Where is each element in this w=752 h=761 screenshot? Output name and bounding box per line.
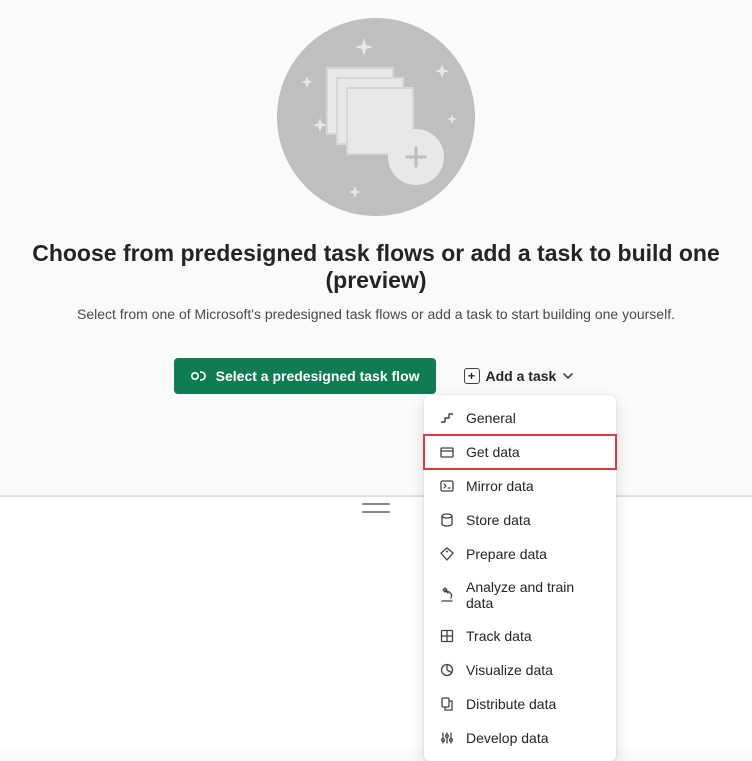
plus-square-icon: + bbox=[464, 368, 480, 384]
menu-item-label: Prepare data bbox=[466, 546, 547, 562]
menu-item-label: Distribute data bbox=[466, 696, 556, 712]
mirror-icon bbox=[438, 477, 456, 495]
add-task-label: Add a task bbox=[486, 368, 557, 384]
menu-item-label: Develop data bbox=[466, 730, 549, 746]
menu-item-label: Store data bbox=[466, 512, 531, 528]
plus-badge-icon bbox=[388, 129, 444, 185]
select-predesigned-button[interactable]: Select a predesigned task flow bbox=[174, 358, 436, 394]
menu-item-track-data[interactable]: Track data bbox=[424, 619, 616, 653]
menu-item-distribute-data[interactable]: Distribute data bbox=[424, 687, 616, 721]
menu-item-analyze-and-train-data[interactable]: Analyze and train data bbox=[424, 571, 616, 619]
menu-item-label: Visualize data bbox=[466, 662, 553, 678]
grid-icon bbox=[438, 627, 456, 645]
folder-icon bbox=[438, 443, 456, 461]
sparkle-icon bbox=[313, 118, 327, 132]
flow-icon bbox=[190, 367, 208, 385]
menu-item-visualize-data[interactable]: Visualize data bbox=[424, 653, 616, 687]
action-row: Select a predesigned task flow + Add a t… bbox=[0, 358, 752, 394]
menu-item-label: Track data bbox=[466, 628, 532, 644]
menu-item-label: Get data bbox=[466, 444, 520, 460]
menu-item-label: General bbox=[466, 410, 516, 426]
menu-item-get-data[interactable]: Get data bbox=[424, 435, 616, 469]
chevron-down-icon bbox=[562, 370, 574, 382]
page-title: Choose from predesigned task flows or ad… bbox=[0, 240, 752, 294]
tag-icon bbox=[438, 545, 456, 563]
menu-item-prepare-data[interactable]: Prepare data bbox=[424, 537, 616, 571]
sparkle-icon bbox=[355, 38, 373, 56]
hero-illustration bbox=[277, 18, 475, 216]
menu-item-label: Analyze and train data bbox=[466, 579, 602, 611]
pie-icon bbox=[438, 661, 456, 679]
sparkle-icon bbox=[349, 186, 361, 198]
distribute-icon bbox=[438, 695, 456, 713]
cylinder-icon bbox=[438, 511, 456, 529]
bottom-panel bbox=[0, 497, 752, 749]
page-subtitle: Select from one of Microsoft's predesign… bbox=[0, 306, 752, 322]
step-icon bbox=[438, 409, 456, 427]
menu-item-general[interactable]: General bbox=[424, 401, 616, 435]
resize-handle[interactable] bbox=[362, 503, 390, 513]
tools-icon bbox=[438, 729, 456, 747]
menu-item-label: Mirror data bbox=[466, 478, 534, 494]
menu-item-store-data[interactable]: Store data bbox=[424, 503, 616, 537]
empty-state-region: Choose from predesigned task flows or ad… bbox=[0, 0, 752, 434]
sparkle-icon bbox=[301, 76, 313, 88]
add-task-dropdown: General Get data Mirror data Store data Prep… bbox=[424, 395, 616, 761]
microscope-icon bbox=[438, 586, 456, 604]
sparkle-icon bbox=[447, 114, 457, 124]
menu-item-develop-data[interactable]: Develop data bbox=[424, 721, 616, 755]
select-predesigned-label: Select a predesigned task flow bbox=[216, 368, 420, 384]
menu-item-mirror-data[interactable]: Mirror data bbox=[424, 469, 616, 503]
add-task-button[interactable]: + Add a task bbox=[460, 359, 579, 393]
sparkle-icon bbox=[435, 64, 449, 78]
card-stack-illustration bbox=[326, 67, 418, 159]
